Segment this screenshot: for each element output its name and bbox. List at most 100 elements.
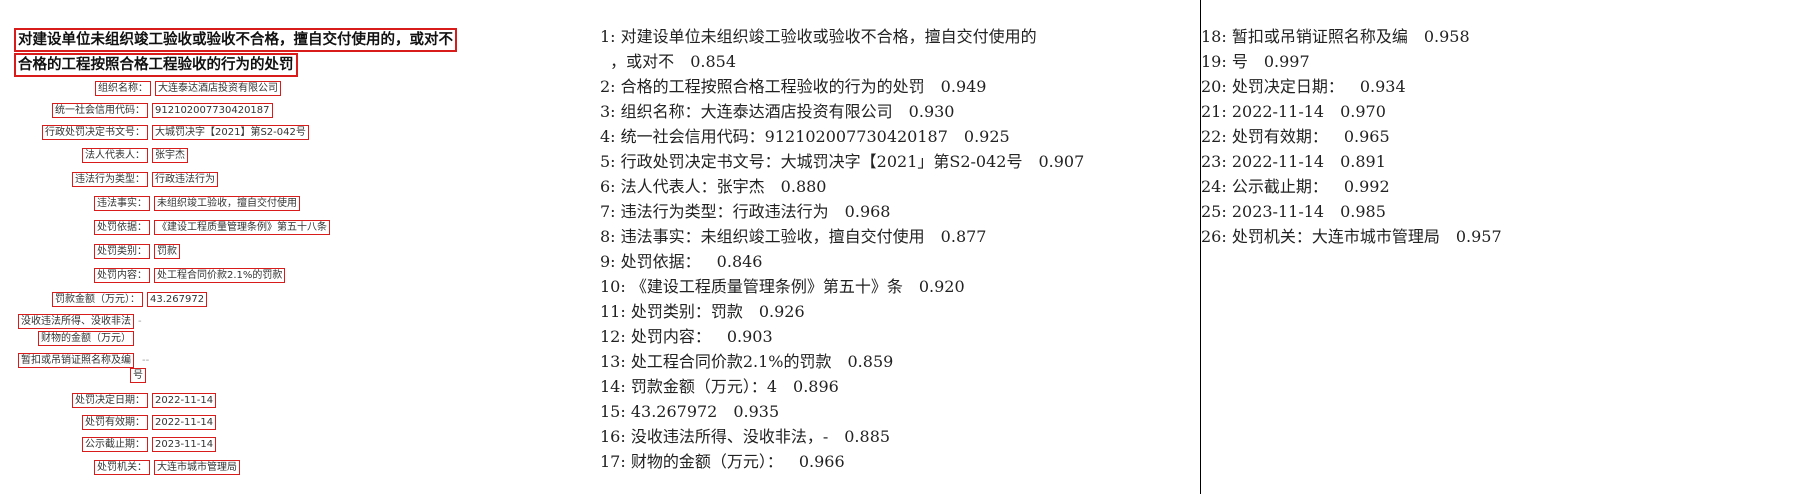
ocr-score: 0.966 — [798, 452, 845, 471]
field-label: 号 — [130, 368, 146, 383]
ocr-line: 11: 处罚类别：罚款 0.926 — [600, 302, 805, 321]
field-label: 行政处罚决定书文号： — [42, 125, 148, 140]
ocr-line: 1: 对建设单位未组织竣工验收或验收不合格，擅自交付使用的 — [600, 27, 1037, 46]
field-value: 大连泰达酒店投资有限公司 — [155, 81, 281, 96]
ocr-score: 0.891 — [1340, 152, 1386, 171]
title-line-1: 对建设单位未组织竣工验收或验收不合格，擅自交付使用的，或对不 — [14, 28, 457, 52]
ocr-result-list: 18: 暂扣或吊销证照名称及编 0.958 19: 号 0.997 20: 处罚决定… — [1201, 24, 1502, 249]
ocr-line: 25: 2023-11-14 0.985 — [1201, 202, 1386, 221]
ocr-score: 0.896 — [793, 377, 839, 396]
ocr-result-list: 1: 对建设单位未组织竣工验收或验收不合格，擅自交付使用的 ，或对不 0.854 … — [600, 24, 1084, 474]
ocr-score: 0.903 — [726, 327, 773, 346]
ocr-score: 0.920 — [918, 277, 965, 296]
ocr-results-panel-1: 1: 对建设单位未组织竣工验收或验收不合格，擅自交付使用的 ，或对不 0.854 … — [590, 0, 1200, 494]
field-value: 大城罚决字【2021】第S2-042号 — [152, 125, 309, 140]
ocr-line: 4: 统一社会信用代码：912102007730420187 0.925 — [600, 127, 1010, 146]
ocr-score: 0.880 — [780, 177, 827, 196]
field-license: 暂扣或吊销证照名称及编 -- — [18, 353, 149, 368]
field-label: 罚款金额（万元）： — [52, 292, 143, 307]
ocr-line: 10: 《建设工程质量管理条例》第五十》条 0.920 — [600, 277, 965, 296]
ocr-line: 9: 处罚依据： 0.846 — [600, 252, 763, 271]
field-label: 组织名称： — [95, 81, 151, 96]
field-label: 违法事实： — [94, 196, 150, 211]
field-decision-number: 行政处罚决定书文号： 大城罚决字【2021】第S2-042号 — [42, 125, 309, 140]
field-validity: 处罚有效期： 2022-11-14 — [82, 415, 217, 430]
ocr-score: 0.958 — [1423, 27, 1470, 46]
field-value: 行政违法行为 — [152, 172, 218, 187]
field-label: 处罚决定日期： — [72, 393, 148, 408]
ocr-line: ，或对不 0.854 — [600, 52, 736, 71]
ocr-score: 0.970 — [1340, 102, 1386, 121]
ocr-score: 0.935 — [733, 402, 780, 421]
ocr-line: 19: 号 0.997 — [1201, 52, 1310, 71]
ocr-line: 23: 2022-11-14 0.891 — [1201, 152, 1386, 171]
field-value: 张宇杰 — [152, 148, 188, 163]
annotated-image-panel: 对建设单位未组织竣工验收或验收不合格，擅自交付使用的，或对不 合格的工程按照合格… — [0, 0, 590, 494]
field-value: 43.267972 — [147, 292, 208, 307]
field-value: - — [138, 316, 142, 327]
ocr-line: 26: 处罚机关：大连市城市管理局 0.957 — [1201, 227, 1502, 246]
ocr-score: 0.930 — [908, 102, 955, 121]
ocr-line: 21: 2022-11-14 0.970 — [1201, 102, 1386, 121]
field-label: 财物的金额（万元） — [38, 331, 134, 346]
field-value: 2022-11-14 — [152, 415, 217, 430]
field-label: 处罚内容： — [94, 268, 150, 283]
field-label: 处罚有效期： — [82, 415, 148, 430]
ocr-line: 3: 组织名称：大连泰达酒店投资有限公司 0.930 — [600, 102, 955, 121]
field-authority: 处罚机关： 大连市城市管理局 — [94, 460, 240, 475]
title-line-2: 合格的工程按照合格工程验收的行为的处罚 — [14, 53, 298, 77]
ocr-line: 6: 法人代表人：张宇杰 0.880 — [600, 177, 827, 196]
ocr-line: 12: 处罚内容： 0.903 — [600, 327, 773, 346]
ocr-score: 0.968 — [844, 202, 891, 221]
field-value: 2023-11-14 — [152, 437, 217, 452]
field-label: 处罚依据： — [94, 220, 150, 235]
ocr-line: 20: 处罚决定日期： 0.934 — [1201, 77, 1406, 96]
ocr-line: 7: 违法行为类型：行政违法行为 0.968 — [600, 202, 891, 221]
ocr-line: 14: 罚款金额（万元）：4 0.896 — [600, 377, 839, 396]
field-value: 《建设工程质量管理条例》第五十八条 — [154, 220, 330, 235]
field-value: -- — [142, 355, 150, 366]
ocr-score: 0.957 — [1455, 227, 1502, 246]
field-value: 912102007730420187 — [152, 103, 273, 118]
field-value: 2022-11-14 — [152, 393, 217, 408]
field-label: 统一社会信用代码： — [52, 103, 148, 118]
ocr-score: 0.997 — [1263, 52, 1310, 71]
ocr-score: 0.885 — [844, 427, 891, 446]
ocr-line: 16: 没收违法所得、没收非法，- 0.885 — [600, 427, 891, 446]
field-penalty-category: 处罚类别： 罚款 — [94, 244, 180, 259]
ocr-score: 0.926 — [758, 302, 805, 321]
field-org-name: 组织名称： 大连泰达酒店投资有限公司 — [95, 81, 281, 96]
field-value: 处工程合同价款2.1%的罚款 — [154, 268, 286, 283]
field-license-line2: 号 — [130, 368, 146, 383]
ocr-line: 22: 处罚有效期： 0.965 — [1201, 127, 1390, 146]
ocr-score: 0.854 — [690, 52, 736, 71]
field-value: 大连市城市管理局 — [154, 460, 240, 475]
ocr-score: 0.992 — [1343, 177, 1390, 196]
ocr-line: 15: 43.267972 0.935 — [600, 402, 780, 421]
field-label: 处罚类别： — [94, 244, 150, 259]
field-public-deadline: 公示截止期： 2023-11-14 — [82, 437, 217, 452]
ocr-score: 0.949 — [940, 77, 987, 96]
ocr-line: 18: 暂扣或吊销证照名称及编 0.958 — [1201, 27, 1470, 46]
ocr-line: 8: 违法事实：未组织竣工验收，擅自交付使用 0.877 — [600, 227, 987, 246]
ocr-line: 24: 公示截止期： 0.992 — [1201, 177, 1390, 196]
document-title: 对建设单位未组织竣工验收或验收不合格，擅自交付使用的，或对不 合格的工程按照合格… — [14, 28, 504, 78]
ocr-score: 0.985 — [1340, 202, 1386, 221]
field-label: 处罚机关： — [94, 460, 150, 475]
ocr-score: 0.934 — [1359, 77, 1406, 96]
field-confiscation: 没收违法所得、没收非法 - — [18, 314, 142, 329]
field-confiscation-line2: 财物的金额（万元） — [38, 331, 134, 346]
ocr-score: 0.846 — [716, 252, 763, 271]
field-label: 没收违法所得、没收非法 — [18, 314, 134, 329]
field-violation-type: 违法行为类型： 行政违法行为 — [72, 172, 218, 187]
ocr-score: 0.877 — [940, 227, 987, 246]
field-penalty-basis: 处罚依据： 《建设工程质量管理条例》第五十八条 — [94, 220, 330, 235]
field-label: 法人代表人： — [82, 148, 148, 163]
ocr-score: 0.965 — [1343, 127, 1390, 146]
field-penalty-content: 处罚内容： 处工程合同价款2.1%的罚款 — [94, 268, 286, 283]
field-label: 暂扣或吊销证照名称及编 — [18, 353, 134, 368]
ocr-line: 2: 合格的工程按照合格工程验收的行为的处罚 0.949 — [600, 77, 987, 96]
ocr-score: 0.907 — [1038, 152, 1085, 171]
field-value: 罚款 — [154, 244, 180, 259]
field-label: 违法行为类型： — [72, 172, 148, 187]
